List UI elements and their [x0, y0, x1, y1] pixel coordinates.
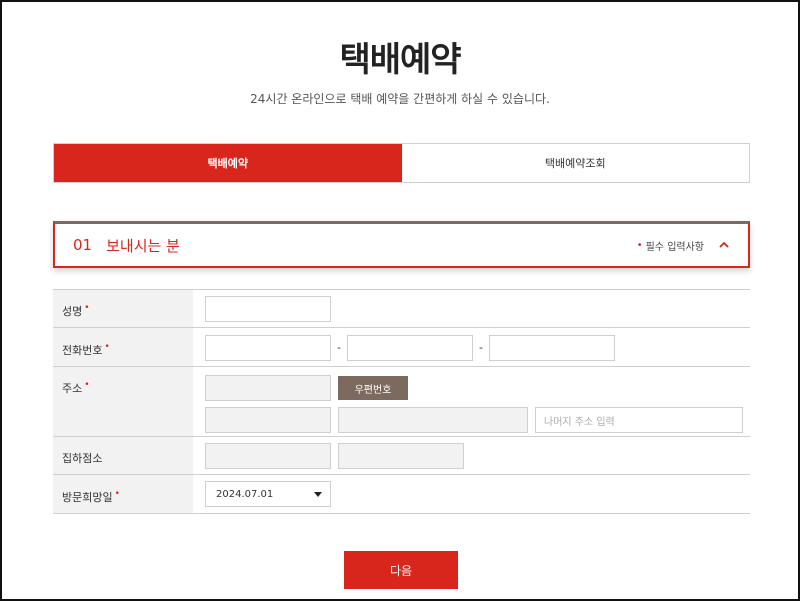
address-label: 주소 •	[53, 367, 193, 436]
next-button[interactable]: 다음	[344, 551, 458, 589]
phone-label-text: 전화번호	[62, 344, 103, 357]
form-row-phone: 전화번호 • - -	[53, 328, 750, 367]
required-dot: •	[114, 489, 120, 499]
address-input-2[interactable]	[338, 407, 528, 433]
address-label-text: 주소	[62, 382, 83, 395]
tab-reservation-lookup[interactable]: 택배예약조회	[401, 144, 749, 182]
page-subtitle: 24시간 온라인으로 택배 예약을 간편하게 하실 수 있습니다.	[250, 92, 550, 106]
zipcode-input[interactable]	[205, 375, 331, 401]
visit-date-value: 2024.07.01	[216, 488, 274, 500]
section-title: 보내시는 분	[106, 236, 180, 255]
visit-date-label: 방문희망일 •	[53, 475, 193, 513]
phone-input-1[interactable]	[205, 335, 331, 361]
form-row-pickup-branch: 집하점소	[53, 437, 750, 475]
zipcode-search-button[interactable]: 우편번호	[338, 376, 408, 400]
form-row-visit-date: 방문희망일 • 2024.07.01	[53, 475, 750, 514]
pickup-branch-input-1[interactable]	[205, 443, 331, 469]
name-input[interactable]	[205, 296, 331, 322]
name-label-text: 성명	[62, 305, 83, 318]
form-row-name: 성명 •	[53, 290, 750, 328]
tab-parcel-reservation[interactable]: 택배예약	[54, 144, 402, 182]
page-title: 택배예약	[339, 40, 461, 80]
required-dot: •	[104, 342, 110, 352]
required-dot: •	[84, 303, 90, 313]
phone-label: 전화번호 •	[53, 328, 193, 366]
required-dot: •	[636, 239, 643, 251]
address-input-1[interactable]	[205, 407, 331, 433]
phone-input-3[interactable]	[488, 335, 615, 361]
phone-input-2[interactable]	[346, 335, 473, 361]
phone-separator: -	[478, 341, 483, 354]
visit-date-select[interactable]: 2024.07.01	[205, 481, 331, 507]
required-note-text: 필수 입력사항	[645, 241, 704, 253]
section-number: 01	[73, 236, 93, 254]
visit-date-label-text: 방문희망일	[62, 491, 113, 504]
address-detail-input[interactable]: 나머지 주소 입력	[535, 407, 743, 433]
sender-section-header[interactable]: 01 보내시는 분 • 필수 입력사항	[53, 221, 750, 268]
pickup-branch-label: 집하점소	[53, 437, 193, 474]
pickup-branch-label-text: 집하점소	[62, 452, 103, 465]
phone-separator: -	[337, 341, 341, 354]
sender-form: 성명 • 전화번호 • - - 주소 • 우편번호 나머지 주소 입력 집하점소…	[53, 289, 750, 514]
chevron-up-icon[interactable]	[718, 239, 730, 251]
tab-bar: 택배예약 택배예약조회	[53, 143, 750, 183]
form-row-address: 주소 • 우편번호 나머지 주소 입력	[53, 367, 750, 437]
required-note: • 필수 입력사항	[637, 238, 730, 253]
pickup-branch-input-2[interactable]	[338, 443, 464, 469]
caret-down-icon	[314, 491, 322, 497]
required-dot: •	[84, 380, 90, 390]
name-label: 성명 •	[53, 290, 193, 327]
